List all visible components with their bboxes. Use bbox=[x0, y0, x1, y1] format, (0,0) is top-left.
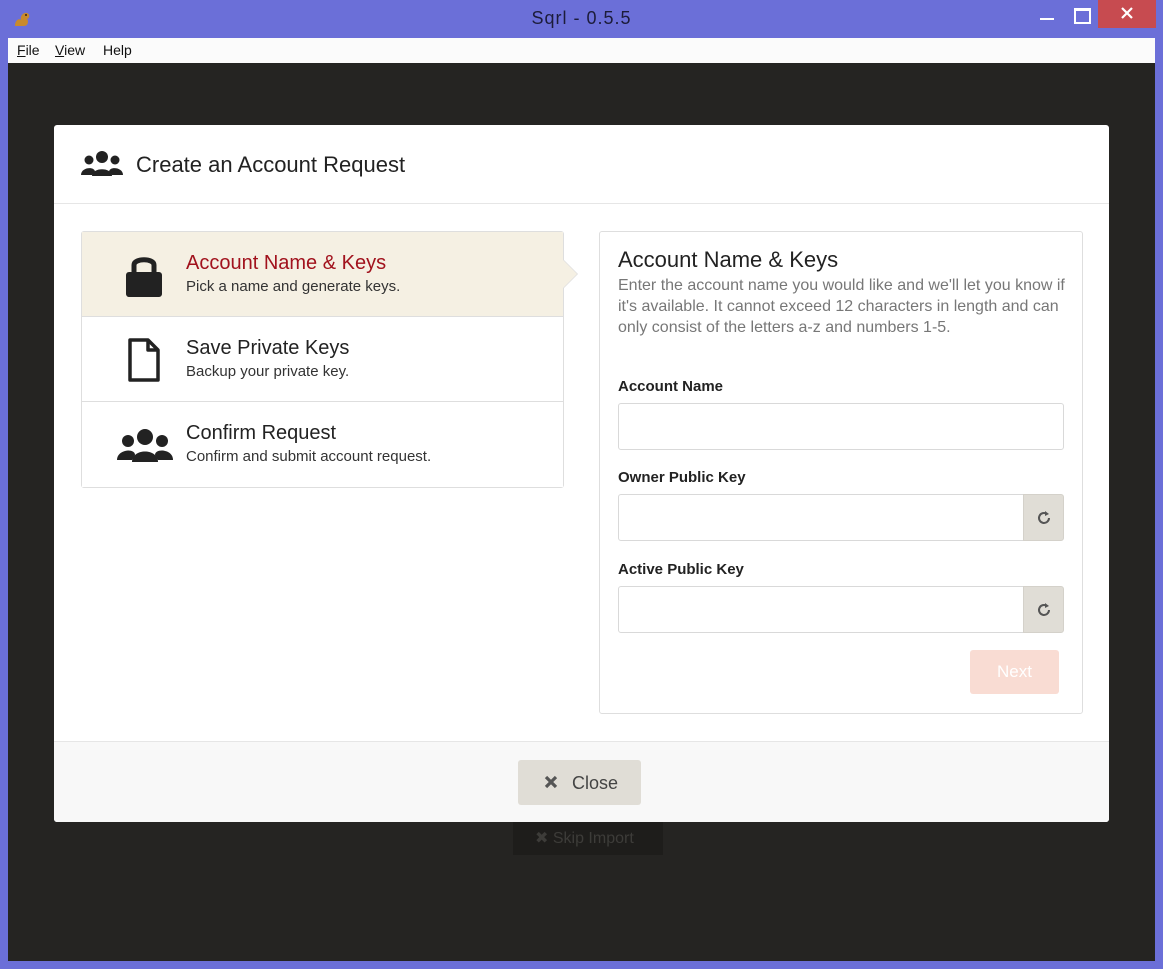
step-confirm-request[interactable]: Confirm Request Confirm and submit accou… bbox=[82, 402, 563, 487]
menu-help[interactable]: Help bbox=[103, 42, 132, 58]
regenerate-owner-key-button[interactable] bbox=[1023, 494, 1064, 541]
window-title: Sqrl - 0.5.5 bbox=[531, 8, 632, 28]
close-label: Close bbox=[572, 773, 619, 793]
modal-header: Create an Account Request bbox=[54, 125, 1109, 204]
users-icon bbox=[81, 151, 123, 176]
skip-import-button: ✖ Skip Import bbox=[513, 819, 663, 855]
menu-bar: File View Help bbox=[8, 38, 1155, 63]
form-title: Account Name & Keys bbox=[618, 247, 839, 272]
step-subtitle: Confirm and submit account request. bbox=[186, 448, 432, 465]
lock-icon bbox=[126, 257, 162, 297]
refresh-icon bbox=[1038, 511, 1050, 524]
refresh-icon bbox=[1038, 603, 1050, 616]
menu-file[interactable]: File bbox=[17, 42, 40, 58]
owner-key-input[interactable] bbox=[618, 494, 1024, 541]
step-save-private-keys[interactable]: Save Private Keys Backup your private ke… bbox=[82, 317, 563, 402]
step-subtitle: Pick a name and generate keys. bbox=[186, 278, 401, 295]
step-account-name-keys[interactable]: Account Name & Keys Pick a name and gene… bbox=[82, 232, 578, 317]
create-account-modal: Create an Account Request Account Name &… bbox=[54, 125, 1109, 822]
steps-list: Account Name & Keys Pick a name and gene… bbox=[81, 231, 578, 488]
active-key-input[interactable] bbox=[618, 586, 1024, 633]
active-key-label: Active Public Key bbox=[618, 561, 744, 578]
close-icon: ✖ bbox=[535, 830, 549, 847]
account-form-panel: Account Name & Keys Enter the account na… bbox=[599, 231, 1083, 714]
account-name-input[interactable] bbox=[618, 403, 1064, 450]
modal-title: Create an Account Request bbox=[136, 152, 406, 177]
step-title: Account Name & Keys bbox=[186, 252, 387, 274]
owner-key-label: Owner Public Key bbox=[618, 469, 746, 486]
step-title: Save Private Keys bbox=[186, 337, 350, 359]
account-name-label: Account Name bbox=[618, 378, 724, 395]
file-icon bbox=[128, 338, 160, 382]
menu-view[interactable]: View bbox=[55, 42, 85, 58]
window-close-button[interactable] bbox=[1098, 0, 1156, 28]
modal-footer: Close bbox=[54, 741, 1109, 822]
step-subtitle: Backup your private key. bbox=[186, 363, 350, 380]
step-title: Confirm Request bbox=[186, 422, 337, 444]
form-description: Enter the account name you would like an… bbox=[618, 277, 1065, 336]
close-icon bbox=[1121, 7, 1133, 19]
minimize-button[interactable] bbox=[1030, 0, 1064, 28]
maximize-button[interactable] bbox=[1064, 0, 1098, 28]
users-icon bbox=[117, 429, 173, 462]
regenerate-active-key-button[interactable] bbox=[1023, 586, 1064, 633]
title-bar[interactable]: Sqrl - 0.5.5 bbox=[0, 0, 1163, 38]
close-icon bbox=[544, 775, 558, 789]
app-window: Sqrl - 0.5.5 File View Help ✖ Skip Impor… bbox=[0, 0, 1163, 969]
close-modal-button[interactable]: Close bbox=[518, 760, 641, 805]
next-button[interactable]: Next bbox=[970, 650, 1059, 694]
